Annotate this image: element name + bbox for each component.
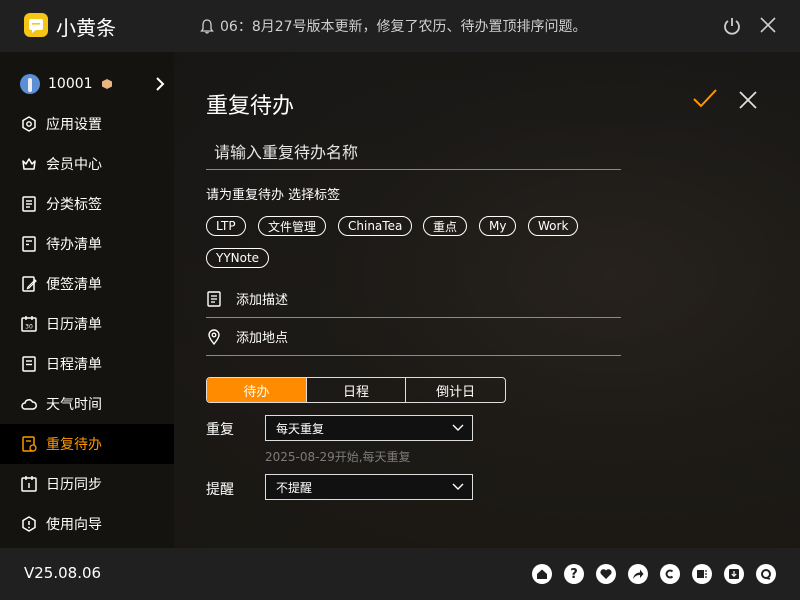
check-icon[interactable]	[692, 88, 718, 110]
sidebar: 10001 应用设置 会员中心 分类标签 待办清单 便签清单 30 日历清单 日…	[0, 52, 174, 548]
power-icon[interactable]	[722, 16, 742, 36]
sidebar-item-calendar-list[interactable]: 30 日历清单	[0, 304, 174, 344]
app-window: 小黄条 06：8月27号版本更新，修复了农历、待办置顶排序问题。 10001 应…	[0, 0, 800, 600]
description-icon	[207, 290, 221, 307]
sidebar-item-label: 便签清单	[46, 277, 102, 293]
update-notice[interactable]: 06：8月27号版本更新，修复了农历、待办置顶排序问题。	[200, 16, 587, 36]
repeat-todo-icon	[22, 436, 37, 452]
notice-text: 06：8月27号版本更新，修复了农历、待办置顶排序问题。	[220, 19, 587, 35]
tag-chip[interactable]: ChinaTea	[338, 216, 413, 236]
user-profile[interactable]: 10001	[0, 64, 174, 104]
repeat-select-value: 每天重复	[276, 421, 325, 436]
add-description-row[interactable]: 添加描述	[206, 280, 621, 318]
close-icon[interactable]	[738, 90, 758, 110]
sidebar-item-label: 应用设置	[46, 117, 102, 133]
tag-chip[interactable]: LTP	[206, 216, 246, 236]
calendar-sync-icon	[21, 476, 37, 492]
calendar-30-icon: 30	[21, 316, 37, 332]
avatar	[20, 74, 40, 94]
support-icon[interactable]	[756, 564, 776, 584]
sidebar-item-label: 会员中心	[46, 157, 102, 173]
type-segmented-control: 待办 日程 倒计日	[206, 377, 506, 403]
excel-icon[interactable]	[692, 564, 712, 584]
tag-chip[interactable]: My	[479, 216, 517, 236]
chevron-down-icon	[452, 424, 464, 431]
sidebar-item-schedule[interactable]: 日程清单	[0, 344, 174, 384]
repeat-label: 重复	[206, 422, 234, 438]
sidebar-item-label: 日历清单	[46, 317, 102, 333]
add-description-label: 添加描述	[236, 293, 289, 308]
help-icon[interactable]: ?	[564, 564, 584, 584]
footer-bar: V25.08.06 ?	[0, 548, 800, 600]
sidebar-item-todo[interactable]: 待办清单	[0, 224, 174, 264]
tab-schedule[interactable]: 日程	[307, 378, 407, 402]
sidebar-item-label: 天气时间	[46, 397, 102, 413]
sidebar-item-label: 使用向导	[46, 517, 102, 533]
add-location-row[interactable]: 添加地点	[206, 318, 621, 356]
tag-chip[interactable]: 重点	[423, 216, 468, 236]
guide-icon	[22, 516, 36, 532]
main-panel: 重复待办 请为重复待办 选择标签 LTP 文件管理 ChinaTea 重点 My…	[174, 52, 800, 548]
page-title: 重复待办	[206, 94, 295, 119]
sidebar-item-label: 分类标签	[46, 197, 102, 213]
sidebar-item-label: 重复待办	[46, 437, 102, 453]
repeat-start-hint: 2025-08-29开始,每天重复	[265, 450, 411, 464]
list-icon	[22, 196, 36, 212]
copyright-icon[interactable]	[660, 564, 680, 584]
cube-icon	[22, 116, 36, 132]
heart-icon[interactable]	[596, 564, 616, 584]
bell-icon	[200, 18, 214, 34]
sidebar-item-label: 待办清单	[46, 237, 102, 253]
add-location-label: 添加地点	[236, 331, 289, 346]
sidebar-item-weather[interactable]: 天气时间	[0, 384, 174, 424]
title-bar: 小黄条 06：8月27号版本更新，修复了农历、待办置顶排序问题。	[0, 0, 800, 52]
close-window-icon[interactable]	[759, 16, 777, 34]
tab-todo[interactable]: 待办	[207, 378, 307, 402]
crown-icon	[22, 158, 36, 170]
tag-chip[interactable]: YYNote	[206, 248, 270, 268]
todo-name-input[interactable]	[206, 136, 621, 170]
remind-label: 提醒	[206, 482, 234, 498]
note-edit-icon	[22, 276, 37, 292]
schedule-icon	[22, 356, 36, 372]
cloud-icon	[21, 399, 37, 410]
tag-chip[interactable]: Work	[528, 216, 579, 236]
import-icon[interactable]	[724, 564, 744, 584]
home-icon[interactable]	[532, 564, 552, 584]
chevron-right-icon	[156, 77, 165, 91]
tag-hint: 请为重复待办 选择标签	[206, 188, 341, 203]
checklist-icon	[22, 236, 36, 252]
remind-select-value: 不提醒	[276, 480, 313, 495]
sidebar-item-calendar-sync[interactable]: 日历同步	[0, 464, 174, 504]
location-pin-icon	[208, 328, 220, 345]
app-name: 小黄条	[56, 16, 116, 40]
sidebar-item-label: 日历同步	[46, 477, 102, 493]
version-label: V25.08.06	[24, 564, 102, 582]
app-logo-icon	[24, 13, 48, 37]
tab-countdown[interactable]: 倒计日	[406, 378, 505, 402]
sidebar-item-notes[interactable]: 便签清单	[0, 264, 174, 304]
sidebar-item-membership[interactable]: 会员中心	[0, 144, 174, 184]
user-id: 10001	[48, 76, 93, 92]
share-icon[interactable]	[628, 564, 648, 584]
chevron-down-icon	[452, 483, 464, 490]
vip-badge-icon	[101, 79, 112, 89]
sidebar-item-guide[interactable]: 使用向导	[0, 504, 174, 544]
sidebar-item-settings[interactable]: 应用设置	[0, 104, 174, 144]
svg-text:30: 30	[25, 324, 33, 331]
sidebar-item-label: 日程清单	[46, 357, 102, 373]
remind-select[interactable]: 不提醒	[265, 474, 473, 500]
sidebar-item-repeat-todo[interactable]: 重复待办	[0, 424, 174, 464]
sidebar-item-tags[interactable]: 分类标签	[0, 184, 174, 224]
repeat-select[interactable]: 每天重复	[265, 415, 473, 441]
tag-chip[interactable]: 文件管理	[258, 216, 327, 236]
